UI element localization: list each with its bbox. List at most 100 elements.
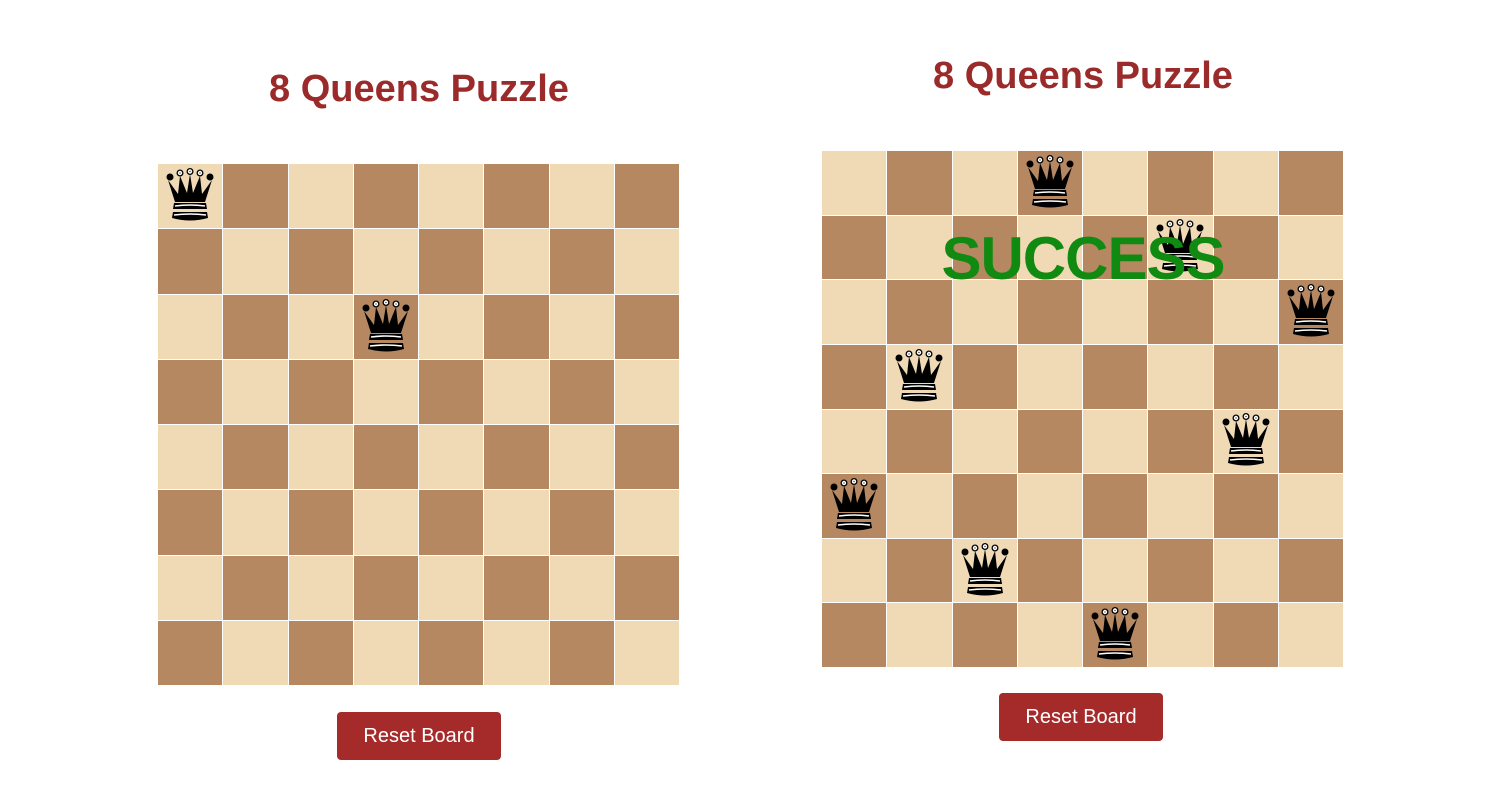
board-square[interactable]	[288, 490, 353, 555]
board-square[interactable]	[288, 294, 353, 359]
board-square[interactable]	[288, 555, 353, 620]
board-square[interactable]	[1148, 474, 1213, 538]
board-square[interactable]	[419, 425, 484, 490]
board-square[interactable]	[614, 425, 679, 490]
board-square[interactable]	[614, 359, 679, 424]
board-square[interactable]	[223, 229, 288, 294]
board-square[interactable]	[484, 425, 549, 490]
board-square[interactable]	[614, 555, 679, 620]
board-square[interactable]	[887, 603, 952, 667]
board-square[interactable]	[1278, 409, 1343, 474]
board-square[interactable]	[887, 151, 952, 215]
board-square[interactable]	[1083, 280, 1148, 344]
board-square[interactable]	[1083, 538, 1148, 603]
board-square[interactable]	[419, 490, 484, 555]
board-square[interactable]	[1017, 280, 1082, 344]
board-square[interactable]	[549, 359, 614, 424]
board-square[interactable]	[952, 151, 1017, 215]
board-square[interactable]	[1213, 474, 1278, 538]
board-square[interactable]	[158, 620, 223, 685]
board-square[interactable]	[1213, 151, 1278, 215]
board-square[interactable]	[1017, 538, 1082, 603]
board-square[interactable]	[549, 555, 614, 620]
board-square[interactable]	[1083, 215, 1148, 280]
board-square[interactable]	[1148, 344, 1213, 409]
board-square[interactable]	[1083, 409, 1148, 474]
board-square[interactable]	[952, 344, 1017, 409]
board-square[interactable]	[288, 164, 353, 229]
board-square[interactable]	[158, 490, 223, 555]
board-square[interactable]	[952, 603, 1017, 667]
board-square[interactable]	[223, 555, 288, 620]
board-square[interactable]	[822, 344, 887, 409]
board-square[interactable]	[158, 164, 223, 229]
board-square[interactable]	[223, 620, 288, 685]
board-square[interactable]	[484, 490, 549, 555]
board-square[interactable]	[484, 620, 549, 685]
board-square[interactable]	[1213, 344, 1278, 409]
board-square[interactable]	[1148, 603, 1213, 667]
board-square[interactable]	[484, 555, 549, 620]
board-square[interactable]	[614, 164, 679, 229]
board-square[interactable]	[419, 359, 484, 424]
board-square[interactable]	[822, 603, 887, 667]
board-square[interactable]	[223, 359, 288, 424]
board-square[interactable]	[158, 359, 223, 424]
board-square[interactable]	[952, 215, 1017, 280]
board-square[interactable]	[353, 164, 418, 229]
board-square[interactable]	[549, 425, 614, 490]
board-square[interactable]	[1148, 280, 1213, 344]
board-square[interactable]	[1278, 280, 1343, 344]
board-square[interactable]	[1278, 344, 1343, 409]
board-square[interactable]	[353, 620, 418, 685]
board-square[interactable]	[1278, 538, 1343, 603]
board-square[interactable]	[549, 294, 614, 359]
board-square[interactable]	[484, 164, 549, 229]
board-square[interactable]	[158, 229, 223, 294]
board-square[interactable]	[288, 229, 353, 294]
board-square[interactable]	[822, 409, 887, 474]
board-square[interactable]	[822, 474, 887, 538]
board-square[interactable]	[353, 425, 418, 490]
board-square[interactable]	[1017, 151, 1082, 215]
board-square[interactable]	[353, 229, 418, 294]
board-square[interactable]	[353, 294, 418, 359]
board-square[interactable]	[1083, 603, 1148, 667]
board-square[interactable]	[549, 164, 614, 229]
board-square[interactable]	[223, 164, 288, 229]
board-square[interactable]	[158, 555, 223, 620]
board-square[interactable]	[952, 409, 1017, 474]
board-square[interactable]	[484, 359, 549, 424]
board-square[interactable]	[484, 229, 549, 294]
board-square[interactable]	[223, 490, 288, 555]
board-square[interactable]	[419, 294, 484, 359]
board-square[interactable]	[419, 555, 484, 620]
board-square[interactable]	[1278, 215, 1343, 280]
board-square[interactable]	[1148, 215, 1213, 280]
board-square[interactable]	[887, 215, 952, 280]
board-square[interactable]	[223, 425, 288, 490]
board-square[interactable]	[1083, 344, 1148, 409]
board-square[interactable]	[952, 538, 1017, 603]
board-square[interactable]	[549, 490, 614, 555]
board-square[interactable]	[1213, 280, 1278, 344]
board-square[interactable]	[1278, 474, 1343, 538]
board-square[interactable]	[887, 344, 952, 409]
board-square[interactable]	[1017, 474, 1082, 538]
board-square[interactable]	[887, 474, 952, 538]
board-square[interactable]	[1083, 151, 1148, 215]
board-square[interactable]	[614, 229, 679, 294]
board-square[interactable]	[484, 294, 549, 359]
board-square[interactable]	[1083, 474, 1148, 538]
board-square[interactable]	[549, 229, 614, 294]
board-square[interactable]	[1017, 409, 1082, 474]
board-square[interactable]	[1213, 409, 1278, 474]
board-square[interactable]	[1213, 538, 1278, 603]
board-square[interactable]	[952, 474, 1017, 538]
board-square[interactable]	[887, 409, 952, 474]
board-square[interactable]	[419, 620, 484, 685]
board-square[interactable]	[1148, 538, 1213, 603]
board-square[interactable]	[1017, 344, 1082, 409]
board-square[interactable]	[952, 280, 1017, 344]
board-square[interactable]	[1213, 603, 1278, 667]
